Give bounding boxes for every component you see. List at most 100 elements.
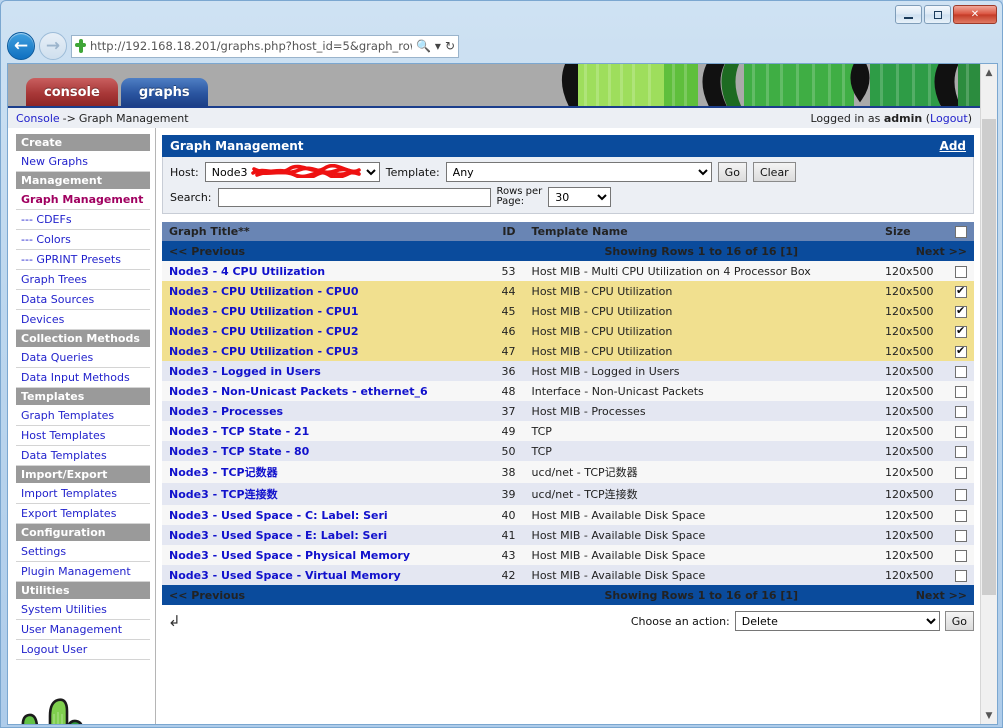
cacti-tab-graphs[interactable]: graphs	[120, 78, 208, 106]
row-checkbox[interactable]	[955, 304, 968, 318]
table-row[interactable]: Node3 - Logged in Users 36 Host MIB - Logg…	[162, 361, 975, 381]
column-size[interactable]: Size	[878, 221, 949, 241]
cell-checkbox[interactable]	[948, 281, 975, 301]
sidebar-item-devices[interactable]: Devices	[16, 310, 150, 330]
graph-title-link[interactable]: Node3 - CPU Utilization - CPU3	[169, 345, 359, 358]
cacti-tab-console[interactable]: console	[26, 78, 118, 106]
graph-title-link[interactable]: Node3 - Used Space - C: Label: Seri	[169, 509, 388, 522]
cell-checkbox[interactable]	[948, 361, 975, 381]
row-checkbox[interactable]	[955, 509, 968, 522]
pager-top-next[interactable]: Next >>	[878, 241, 975, 261]
forward-button[interactable]: →	[39, 32, 67, 60]
graph-title-link[interactable]: Node3 - Processes	[169, 405, 283, 418]
cell-graph-title[interactable]: Node3 - TCP State - 80	[162, 441, 491, 461]
cell-checkbox[interactable]	[948, 441, 975, 461]
back-button[interactable]: ←	[7, 32, 35, 60]
table-row[interactable]: Node3 - CPU Utilization - CPU0 44 Host MIB…	[162, 281, 975, 301]
row-checkbox[interactable]	[955, 344, 968, 358]
sidebar-item-data-input-methods[interactable]: Data Input Methods	[16, 368, 150, 388]
scroll-up-icon[interactable]: ▲	[981, 64, 997, 81]
sidebar-item-graph-management[interactable]: Graph Management	[16, 190, 150, 210]
table-row[interactable]: Node3 - Used Space - Virtual Memory 42 Hos…	[162, 565, 975, 585]
table-row[interactable]: Node3 - CPU Utilization - CPU2 46 Host MIB…	[162, 321, 975, 341]
cell-checkbox[interactable]	[948, 381, 975, 401]
graph-title-link[interactable]: Node3 - Logged in Users	[169, 365, 321, 378]
row-checkbox[interactable]	[955, 385, 968, 398]
page-scrollbar[interactable]: ▲ ▼	[980, 64, 997, 724]
table-row[interactable]: Node3 - TCP State - 80 50 TCP 120x500	[162, 441, 975, 461]
add-graph-link[interactable]: Add	[940, 139, 966, 153]
graph-title-link[interactable]: Node3 - Used Space - Virtual Memory	[169, 569, 401, 582]
search-input[interactable]	[217, 187, 491, 207]
graph-title-link[interactable]: Node3 - CPU Utilization - CPU2	[169, 325, 359, 338]
row-checkbox[interactable]	[955, 445, 968, 458]
cell-graph-title[interactable]: Node3 - 4 CPU Utilization	[162, 261, 491, 281]
table-row[interactable]: Node3 - TCP记数器 38 ucd/net - TCP记数器 120x500	[162, 461, 975, 483]
minimize-button[interactable]	[895, 5, 922, 24]
search-icon[interactable]: 🔍	[416, 39, 431, 53]
sidebar-item-data-queries[interactable]: Data Queries	[16, 348, 150, 368]
cell-graph-title[interactable]: Node3 - TCP State - 21	[162, 421, 491, 441]
row-checkbox[interactable]	[955, 324, 968, 338]
cell-graph-title[interactable]: Node3 - Processes	[162, 401, 491, 421]
row-checkbox[interactable]	[955, 405, 968, 418]
row-checkbox[interactable]	[955, 284, 968, 298]
column-graph-title[interactable]: Graph Title**	[162, 221, 491, 241]
table-row[interactable]: Node3 - CPU Utilization - CPU1 45 Host MIB…	[162, 301, 975, 321]
action-select[interactable]: Delete	[734, 611, 940, 631]
sidebar-item-colors[interactable]: --- Colors	[16, 230, 150, 250]
sidebar-item-graph-trees[interactable]: Graph Trees	[16, 270, 150, 290]
cell-graph-title[interactable]: Node3 - Used Space - Physical Memory	[162, 545, 491, 565]
host-select[interactable]: Node3	[204, 162, 380, 182]
action-go-button[interactable]: Go	[944, 611, 975, 631]
graph-title-link[interactable]: Node3 - TCP记数器	[169, 466, 278, 479]
sidebar-item-new-graphs[interactable]: New Graphs	[16, 152, 150, 172]
table-row[interactable]: Node3 - Non-Unicast Packets - ethernet_6…	[162, 381, 975, 401]
pager-bottom-previous[interactable]: << Previous	[162, 585, 525, 605]
row-checkbox[interactable]	[955, 466, 968, 479]
graph-title-link[interactable]: Node3 - TCP连接数	[169, 488, 278, 501]
cell-checkbox[interactable]	[948, 321, 975, 341]
sidebar-item-gprint-presets[interactable]: --- GPRINT Presets	[16, 250, 150, 270]
cell-graph-title[interactable]: Node3 - CPU Utilization - CPU1	[162, 301, 491, 321]
scrollbar-thumb[interactable]	[982, 119, 996, 595]
graph-title-link[interactable]: Node3 - TCP State - 21	[169, 425, 309, 438]
graph-title-link[interactable]: Node3 - CPU Utilization - CPU0	[169, 285, 359, 298]
cell-checkbox[interactable]	[948, 341, 975, 361]
row-checkbox[interactable]	[955, 365, 968, 378]
table-row[interactable]: Node3 - TCP连接数 39 ucd/net - TCP连接数 120x500	[162, 483, 975, 505]
cell-graph-title[interactable]: Node3 - CPU Utilization - CPU2	[162, 321, 491, 341]
cell-graph-title[interactable]: Node3 - Non-Unicast Packets - ethernet_6	[162, 381, 491, 401]
table-row[interactable]: Node3 - Used Space - Physical Memory 43 Ho…	[162, 545, 975, 565]
row-checkbox[interactable]	[955, 569, 968, 582]
cell-graph-title[interactable]: Node3 - CPU Utilization - CPU0	[162, 281, 491, 301]
cell-graph-title[interactable]: Node3 - Used Space - E: Label: Seri	[162, 525, 491, 545]
rows-per-page-select[interactable]: 30	[548, 187, 612, 207]
maximize-button[interactable]	[924, 5, 951, 24]
cell-checkbox[interactable]	[948, 565, 975, 585]
cell-checkbox[interactable]	[948, 301, 975, 321]
row-checkbox[interactable]	[955, 488, 968, 501]
graph-title-link[interactable]: Node3 - Used Space - Physical Memory	[169, 549, 410, 562]
filter-go-button[interactable]: Go	[717, 162, 747, 182]
address-bar[interactable]: http://192.168.18.201/graphs.php?host_id…	[71, 34, 459, 58]
cell-graph-title[interactable]: Node3 - Logged in Users	[162, 361, 491, 381]
row-checkbox[interactable]	[955, 529, 968, 542]
cell-graph-title[interactable]: Node3 - Used Space - C: Label: Seri	[162, 505, 491, 525]
select-all-checkbox[interactable]	[955, 226, 968, 238]
cell-checkbox[interactable]	[948, 261, 975, 281]
sidebar-item-data-sources[interactable]: Data Sources	[16, 290, 150, 310]
graph-title-link[interactable]: Node3 - TCP State - 80	[169, 445, 309, 458]
chevron-down-icon[interactable]: ▾	[435, 39, 441, 53]
cell-checkbox[interactable]	[948, 545, 975, 565]
sidebar-item-user-management[interactable]: User Management	[16, 620, 150, 640]
column-id[interactable]: ID	[490, 221, 525, 241]
table-row[interactable]: Node3 - CPU Utilization - CPU3 47 Host MIB…	[162, 341, 975, 361]
cell-graph-title[interactable]: Node3 - TCP连接数	[162, 483, 491, 505]
row-checkbox[interactable]	[955, 265, 968, 278]
breadcrumb-console-link[interactable]: Console	[16, 112, 60, 125]
cell-checkbox[interactable]	[948, 525, 975, 545]
graph-title-link[interactable]: Node3 - 4 CPU Utilization	[169, 265, 325, 278]
column-select-all[interactable]	[948, 221, 975, 241]
close-button[interactable]: ✕	[953, 5, 997, 24]
